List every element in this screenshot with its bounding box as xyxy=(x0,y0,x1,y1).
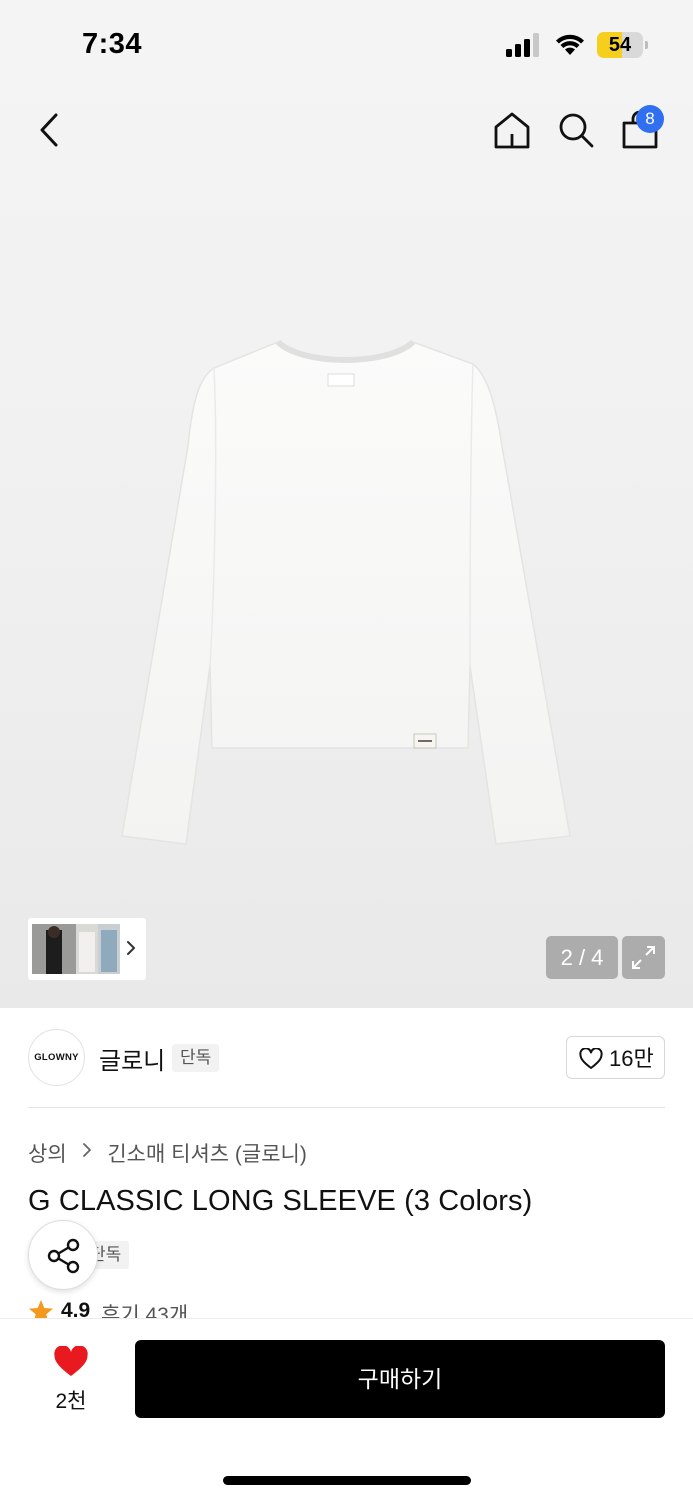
image-page-indicator: 2 / 4 xyxy=(546,936,618,979)
color-thumbnails[interactable] xyxy=(28,918,146,980)
brand-exclusive-tag: 단독 xyxy=(172,1044,220,1072)
star-icon xyxy=(29,1300,53,1319)
breadcrumb-subcategory[interactable]: 긴소매 티셔츠 (글로니) xyxy=(107,1138,307,1168)
cellular-signal-icon xyxy=(506,33,539,57)
home-icon[interactable] xyxy=(492,110,532,150)
rating-score: 4.9 xyxy=(61,1299,91,1319)
product-title: G CLASSIC LONG SLEEVE (3 Colors) xyxy=(28,1185,533,1217)
buy-button[interactable]: 구매하기 xyxy=(135,1340,665,1418)
rating-row[interactable]: 4.9 후기 43개 xyxy=(28,1297,328,1319)
heart-outline-icon xyxy=(579,1048,603,1069)
thumbnail-black[interactable] xyxy=(32,924,76,974)
expand-image-button[interactable] xyxy=(622,936,665,979)
status-time: 7:34 xyxy=(82,28,143,60)
brand-like-button[interactable]: 16만 xyxy=(566,1036,665,1079)
divider xyxy=(28,1107,665,1108)
thumbnail-white[interactable] xyxy=(76,924,98,974)
brand-name[interactable]: 글로니 xyxy=(99,1041,165,1076)
product-image[interactable] xyxy=(118,336,576,848)
wifi-icon xyxy=(556,34,584,55)
brand-logo[interactable]: GLOWNY xyxy=(28,1029,85,1086)
review-count[interactable]: 후기 43개 xyxy=(101,1299,188,1319)
search-icon[interactable] xyxy=(556,110,596,150)
brand-like-count: 16만 xyxy=(609,1046,654,1071)
wish-count: 2천 xyxy=(55,1390,87,1413)
home-indicator xyxy=(223,1476,471,1485)
back-icon[interactable] xyxy=(34,110,68,150)
battery-level-text: 54 xyxy=(608,34,632,56)
expand-icon xyxy=(632,946,655,969)
share-icon xyxy=(47,1238,80,1274)
thumbnail-blue[interactable] xyxy=(98,924,120,974)
battery-indicator: 54 xyxy=(597,32,649,58)
cart-count-badge: 8 xyxy=(636,105,664,133)
breadcrumb-category[interactable]: 상의 xyxy=(28,1138,67,1168)
heart-filled-icon[interactable] xyxy=(53,1346,89,1378)
status-bar: 7:34 54 xyxy=(0,0,693,90)
share-button[interactable] xyxy=(28,1220,98,1290)
chevron-right-icon[interactable] xyxy=(124,936,138,960)
breadcrumb: 상의 긴소매 티셔츠 (글로니) xyxy=(28,1138,307,1168)
chevron-right-icon xyxy=(83,1142,92,1157)
